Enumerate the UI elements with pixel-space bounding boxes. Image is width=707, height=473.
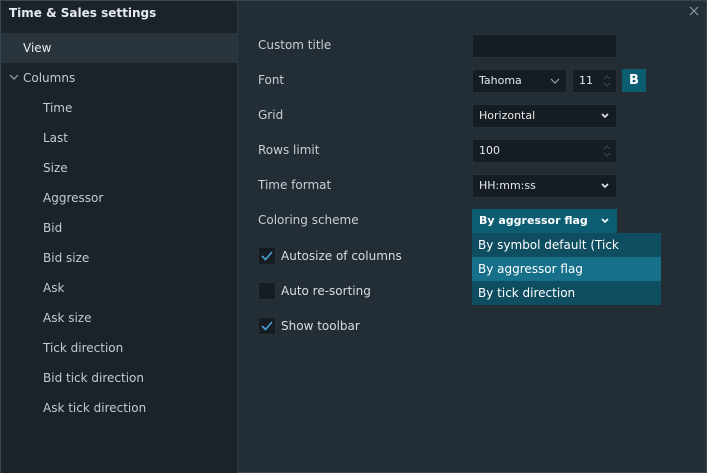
sidebar-item-label: Columns (23, 71, 76, 85)
coloring-scheme-dropdown: By symbol default (Tick direction) By ag… (472, 233, 661, 305)
sidebar-item-aggressor[interactable]: Aggressor (1, 183, 237, 213)
auto-resorting-label: Auto re-sorting (281, 284, 371, 298)
rows-limit-label: Rows limit (258, 143, 320, 157)
sidebar-item-label: Bid tick direction (43, 371, 144, 385)
sidebar-item-bid-tick-direction[interactable]: Bid tick direction (1, 363, 237, 393)
sidebar-item-ask-tick-direction[interactable]: Ask tick direction (1, 393, 237, 423)
time-format-value: HH:mm:ss (479, 179, 536, 192)
custom-title-input[interactable] (472, 34, 617, 58)
sidebar-item-label: Tick direction (43, 341, 124, 355)
checkmark-icon (261, 251, 273, 261)
sidebar-item-size[interactable]: Size (1, 153, 237, 183)
sidebar-item-ask[interactable]: Ask (1, 273, 237, 303)
sidebar-item-columns[interactable]: Columns (1, 63, 237, 93)
sidebar-item-label: Bid (43, 221, 63, 235)
sidebar-item-label: Size (43, 161, 68, 175)
sidebar-item-label: View (23, 41, 52, 55)
sidebar-item-label: Ask (43, 281, 65, 295)
coloring-scheme-select[interactable]: By aggressor flag (472, 209, 617, 233)
show-toolbar-label: Show toolbar (281, 319, 360, 333)
sidebar-item-bid-size[interactable]: Bid size (1, 243, 237, 273)
time-format-label: Time format (258, 178, 332, 192)
sidebar-item-label: Bid size (43, 251, 90, 265)
bold-button[interactable]: B (622, 69, 646, 92)
grid-select[interactable]: Horizontal (472, 104, 617, 128)
font-label: Font (258, 73, 285, 87)
sidebar-item-time[interactable]: Time (1, 93, 237, 123)
rows-limit-value: 100 (479, 144, 500, 157)
autosize-columns-checkbox[interactable] (258, 247, 276, 265)
sidebar-item-label: Ask tick direction (43, 401, 147, 415)
chevron-down-icon (601, 113, 609, 119)
sidebar-item-label: Time (43, 101, 73, 115)
close-icon[interactable] (688, 5, 700, 17)
sidebar-item-label: Last (43, 131, 68, 145)
sidebar-item-last[interactable]: Last (1, 123, 237, 153)
dialog-title: Time & Sales settings (9, 6, 157, 20)
chevron-down-icon (601, 183, 609, 189)
coloring-scheme-value: By aggressor flag (479, 214, 588, 227)
font-family-select[interactable]: Tahoma (472, 69, 567, 93)
chevron-down-icon (550, 78, 560, 84)
rows-limit-input[interactable]: 100 (472, 139, 617, 163)
settings-dialog: Time & Sales settings View Columns Time … (0, 0, 707, 473)
chevron-down-icon[interactable] (9, 63, 19, 93)
coloring-scheme-label: Coloring scheme (258, 213, 359, 227)
font-size-value: 11 (579, 74, 593, 87)
time-format-select[interactable]: HH:mm:ss (472, 174, 617, 198)
sidebar-item-label: Aggressor (43, 191, 104, 205)
sidebar-item-view[interactable]: View (1, 33, 237, 63)
sidebar-item-bid[interactable]: Bid (1, 213, 237, 243)
dropdown-option[interactable]: By symbol default (Tick direction) (472, 233, 661, 276)
font-family-value: Tahoma (479, 74, 522, 87)
dropdown-option[interactable]: By aggressor flag (472, 257, 661, 281)
auto-resorting-checkbox[interactable] (258, 282, 276, 300)
custom-title-label: Custom title (258, 38, 332, 52)
spinner-icon[interactable] (602, 143, 612, 159)
sidebar-item-ask-size[interactable]: Ask size (1, 303, 237, 333)
checkmark-icon (261, 321, 273, 331)
show-toolbar-checkbox[interactable] (258, 317, 276, 335)
grid-label: Grid (258, 108, 284, 122)
sidebar-item-label: Ask size (43, 311, 92, 325)
spinner-icon[interactable] (602, 73, 612, 89)
autosize-columns-label: Autosize of columns (281, 249, 402, 263)
grid-value: Horizontal (479, 109, 536, 122)
font-size-input[interactable]: 11 (572, 69, 617, 93)
chevron-down-icon (601, 218, 609, 224)
sidebar-item-tick-direction[interactable]: Tick direction (1, 333, 237, 363)
dropdown-option[interactable]: By tick direction (472, 281, 661, 305)
sidebar: Time & Sales settings View Columns Time … (1, 1, 238, 473)
